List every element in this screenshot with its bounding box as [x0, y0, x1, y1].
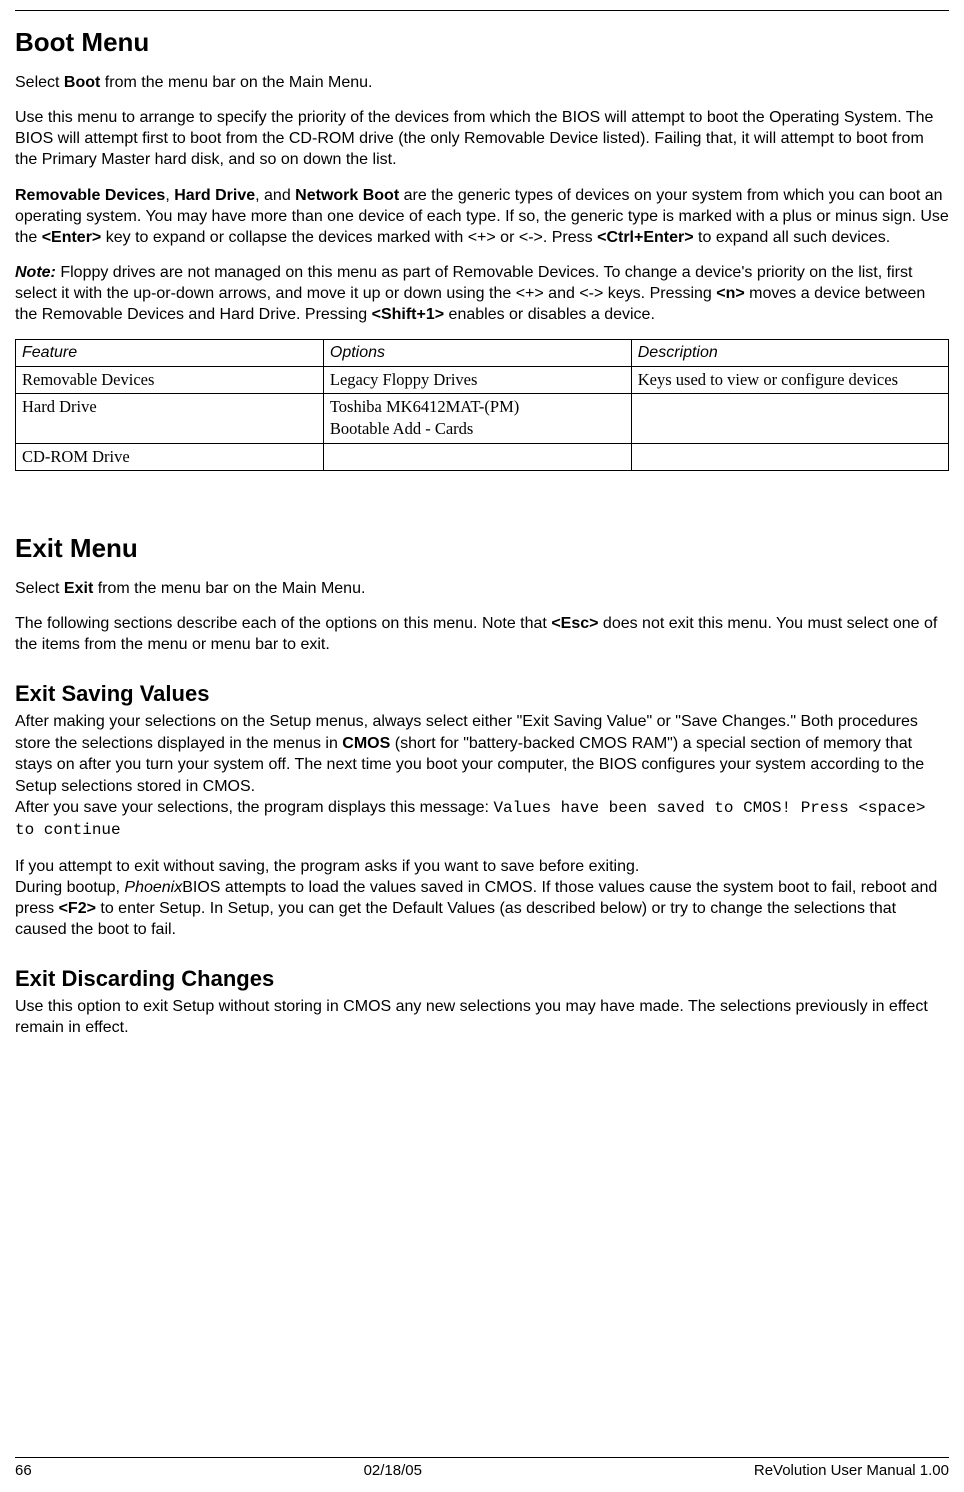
text-bold: <Esc>: [551, 615, 598, 632]
text-bold: Network Boot: [295, 187, 399, 204]
td-feature: Removable Devices: [16, 366, 324, 393]
table-row: CD-ROM Drive: [16, 443, 949, 470]
text-bold: Exit: [64, 580, 93, 597]
text: to enter Setup. In Setup, you can get th…: [15, 900, 896, 938]
text: from the menu bar on the Main Menu.: [93, 580, 365, 597]
td-desc: [631, 443, 948, 470]
text-bold: Removable Devices: [15, 187, 165, 204]
table-row: Removable Devices Legacy Floppy Drives K…: [16, 366, 949, 393]
text: Select: [15, 74, 64, 91]
footer-title: ReVolution User Manual 1.00: [754, 1461, 949, 1481]
exit-para-2: The following sections describe each of …: [15, 613, 949, 655]
th-description: Description: [631, 340, 948, 367]
esv-para-1: After making your selections on the Setu…: [15, 711, 949, 797]
td-options: [323, 443, 631, 470]
th-options: Options: [323, 340, 631, 367]
text-bold: <Ctrl+Enter>: [597, 229, 693, 246]
footer-page-number: 66: [15, 1461, 32, 1481]
text: The following sections describe each of …: [15, 615, 551, 632]
boot-para-3: Removable Devices, Hard Drive, and Netwo…: [15, 185, 949, 248]
boot-para-4: Note: Floppy drives are not managed on t…: [15, 262, 949, 325]
exit-menu-heading: Exit Menu: [15, 531, 949, 566]
text: , and: [255, 187, 295, 204]
edc-para-1: Use this option to exit Setup without st…: [15, 996, 949, 1038]
spacer: [15, 1052, 949, 1457]
esv-para-4: During bootup, PhoenixBIOS attempts to l…: [15, 877, 949, 940]
exit-discarding-changes-heading: Exit Discarding Changes: [15, 964, 949, 994]
text-bold-italic: Note:: [15, 264, 56, 281]
exit-saving-values-heading: Exit Saving Values: [15, 679, 949, 709]
option-line: Legacy Floppy Drives: [330, 369, 625, 391]
text: After you save your selections, the prog…: [15, 799, 493, 816]
page-footer: 66 02/18/05 ReVolution User Manual 1.00: [15, 1461, 949, 1481]
td-desc: [631, 394, 948, 444]
td-options: Toshiba MK6412MAT-(PM) Bootable Add - Ca…: [323, 394, 631, 444]
footer-rule: [15, 1457, 949, 1458]
boot-para-1: Select Boot from the menu bar on the Mai…: [15, 72, 949, 93]
option-line: Bootable Add - Cards: [330, 418, 625, 440]
esv-para-3: If you attempt to exit without saving, t…: [15, 856, 949, 878]
text-bold: <Shift+1>: [372, 306, 444, 323]
footer-date: 02/18/05: [364, 1461, 422, 1481]
td-feature: CD-ROM Drive: [16, 443, 324, 470]
text-bold: CMOS: [342, 735, 390, 752]
text: to expand all such devices.: [694, 229, 891, 246]
table-row: Hard Drive Toshiba MK6412MAT-(PM) Bootab…: [16, 394, 949, 444]
top-rule: [15, 10, 949, 11]
td-feature: Hard Drive: [16, 394, 324, 444]
table-header-row: Feature Options Description: [16, 340, 949, 367]
text: from the menu bar on the Main Menu.: [100, 74, 372, 91]
th-feature: Feature: [16, 340, 324, 367]
text-italic: Phoenix: [124, 879, 182, 896]
esv-para-2: After you save your selections, the prog…: [15, 797, 949, 841]
td-options: Legacy Floppy Drives: [323, 366, 631, 393]
text-bold: <Enter>: [42, 229, 102, 246]
text-bold: Boot: [64, 74, 100, 91]
boot-para-2: Use this menu to arrange to specify the …: [15, 107, 949, 170]
option-line: Toshiba MK6412MAT-(PM): [330, 396, 625, 418]
text-bold: <n>: [716, 285, 744, 302]
text: key to expand or collapse the devices ma…: [101, 229, 597, 246]
exit-para-1: Select Exit from the menu bar on the Mai…: [15, 578, 949, 599]
text: During bootup,: [15, 879, 124, 896]
boot-table: Feature Options Description Removable De…: [15, 339, 949, 471]
esv-section: After making your selections on the Setu…: [15, 711, 949, 941]
spacer: [15, 483, 949, 531]
td-desc: Keys used to view or configure devices: [631, 366, 948, 393]
text: Select: [15, 580, 64, 597]
boot-menu-heading: Boot Menu: [15, 25, 949, 60]
text-bold: <F2>: [59, 900, 96, 917]
text: enables or disables a device.: [444, 306, 655, 323]
text: ,: [165, 187, 174, 204]
text-bold: Hard Drive: [174, 187, 255, 204]
